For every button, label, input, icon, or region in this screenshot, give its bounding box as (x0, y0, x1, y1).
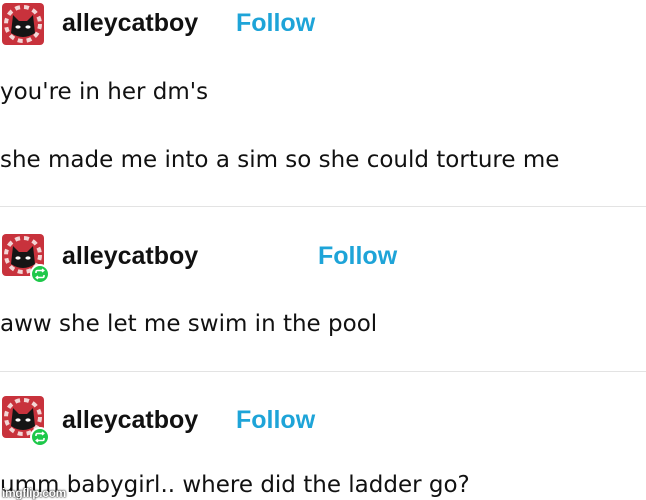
follow-button[interactable]: Follow (236, 11, 315, 36)
post-3: alleycatboy Follow umm babygirl.. where … (0, 372, 646, 500)
watermark: imgflip.com (2, 486, 67, 500)
post-username[interactable]: alleycatboy (62, 11, 198, 36)
post-2: alleycatboy Follow aww she let me swim i… (0, 207, 646, 370)
post-text: aww she let me swim in the pool (0, 311, 378, 337)
post-username[interactable]: alleycatboy (62, 408, 198, 433)
post-text: you're in her dm's (0, 79, 209, 105)
post-username[interactable]: alleycatboy (62, 244, 198, 269)
follow-button[interactable]: Follow (236, 408, 315, 433)
cat-avatar-icon[interactable] (2, 3, 44, 45)
post-text: umm babygirl.. where did the ladder go? (0, 472, 470, 498)
reblog-icon (30, 264, 50, 284)
reblog-icon (30, 427, 50, 447)
follow-button[interactable]: Follow (318, 244, 397, 269)
post-1: alleycatboy Follow you're in her dm's sh… (0, 0, 646, 205)
post-text: she made me into a sim so she could tort… (0, 147, 560, 173)
